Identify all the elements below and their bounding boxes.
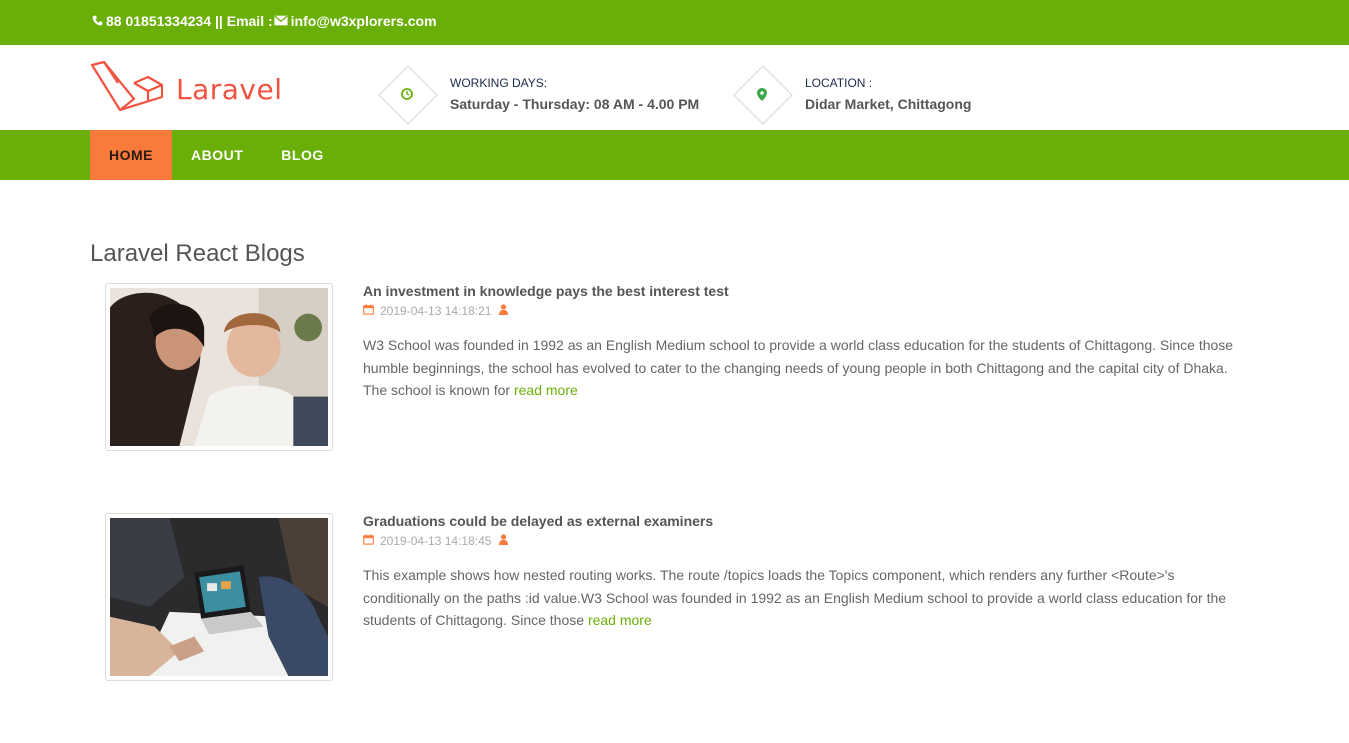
nav-about[interactable]: ABOUT [172,130,262,180]
nav-blog[interactable]: BLOG [262,130,342,180]
working-days-value: Saturday - Thursday: 08 AM - 4.00 PM [450,96,700,112]
phone-number: 88 01851334234 [106,13,212,29]
post-date: 2019-04-13 14:18:45 [380,534,492,548]
working-days-info: WORKING DAYS: Saturday - Thursday: 08 AM… [376,63,699,125]
email-link[interactable]: info@w3xplorers.com [291,0,437,43]
blog-post: An investment in knowledge pays the best… [90,283,1349,513]
site-header: Laravel WORKING DAYS: Saturday - Thursda… [0,45,1349,130]
mother-child-photo [110,288,328,446]
post-thumbnail[interactable] [105,283,333,451]
calendar-icon [363,304,374,318]
calendar-icon [363,534,374,548]
top-contact-bar: 88 01851334234 || Email : info@w3xplorer… [0,0,1349,45]
group-laptop-photo [110,518,328,676]
post-excerpt-text: W3 School was founded in 1992 as an Engl… [363,337,1234,398]
brand-name: Laravel [176,73,283,106]
envelope-icon [273,0,289,43]
clock-icon [376,63,438,125]
page-title: Laravel React Blogs [90,240,305,267]
read-more-link[interactable]: read more [588,612,652,628]
brand-logo[interactable]: Laravel [90,60,283,118]
user-icon [499,534,509,548]
read-more-link[interactable]: read more [514,382,578,398]
post-excerpt-text: This example shows how nested routing wo… [363,567,1227,628]
post-date: 2019-04-13 14:18:21 [380,304,492,318]
post-meta: 2019-04-13 14:18:21 [363,304,1253,318]
email-label: Email : [226,13,273,29]
clock-icon-badge [376,63,438,125]
post-meta: 2019-04-13 14:18:45 [363,534,1253,548]
post-excerpt: This example shows how nested routing wo… [363,564,1253,632]
post-title[interactable]: Graduations could be delayed as external… [363,513,1253,529]
blog-post: Graduations could be delayed as external… [90,513,1349,743]
location-info: LOCATION : Didar Market, Chittagong [731,63,971,125]
post-excerpt: W3 School was founded in 1992 as an Engl… [363,334,1253,402]
main-content: Laravel React Blogs An investment in kno… [0,180,1349,743]
laravel-logo-icon [90,60,166,118]
post-thumbnail[interactable] [105,513,333,681]
location-label: LOCATION : [805,76,873,90]
main-nav: HOME ABOUT BLOG [0,130,1349,180]
separator: || [215,13,223,29]
post-title[interactable]: An investment in knowledge pays the best… [363,283,1253,299]
working-days-label: WORKING DAYS: [450,76,548,90]
map-marker-icon [731,63,793,125]
nav-home[interactable]: HOME [90,130,172,180]
phone-icon [90,0,104,43]
location-value: Didar Market, Chittagong [805,96,972,112]
location-icon-badge [731,63,793,125]
user-icon [499,304,509,318]
